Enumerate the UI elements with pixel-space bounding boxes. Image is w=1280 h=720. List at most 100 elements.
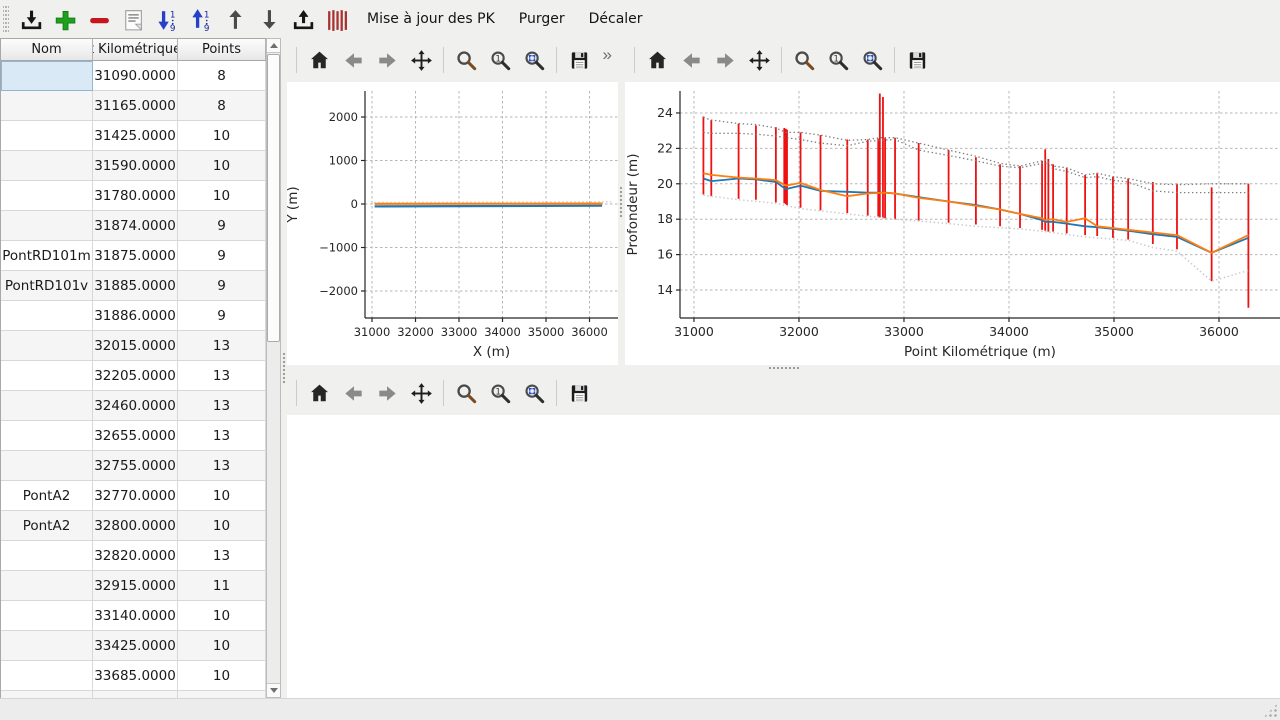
cell-r12-c1[interactable]: 32655.0000: [93, 421, 178, 451]
cell-r20-c0[interactable]: [1, 661, 93, 691]
cell-r3-c1[interactable]: 31590.0000: [93, 151, 178, 181]
cell-r4-c0[interactable]: [1, 181, 93, 211]
zoom-button[interactable]: [789, 45, 819, 75]
back-button[interactable]: [338, 45, 368, 75]
cell-r2-c0[interactable]: [1, 121, 93, 151]
home-button[interactable]: [304, 45, 334, 75]
cross-section-canvas[interactable]: [287, 415, 1280, 698]
cell-r17-c2[interactable]: 11: [178, 571, 266, 601]
table-scrollbar[interactable]: [266, 38, 281, 698]
pan-button[interactable]: [406, 378, 436, 408]
cell-r12-c2[interactable]: 13: [178, 421, 266, 451]
cell-r12-c0[interactable]: [1, 421, 93, 451]
cell-r7-c1[interactable]: 31885.0000: [93, 271, 178, 301]
zoom-button[interactable]: [451, 378, 481, 408]
cell-r8-c2[interactable]: 9: [178, 301, 266, 331]
zoom-extents-button[interactable]: [857, 45, 887, 75]
cell-r13-c2[interactable]: 13: [178, 451, 266, 481]
cell-r20-c1[interactable]: 33685.0000: [93, 661, 178, 691]
export-button[interactable]: [287, 4, 317, 34]
forward-button[interactable]: [710, 45, 740, 75]
sort-ascending-button[interactable]: 19: [185, 4, 215, 34]
cell-r1-c0[interactable]: [1, 91, 93, 121]
resize-grip[interactable]: [1263, 703, 1278, 718]
cell-r9-c1[interactable]: 32015.0000: [93, 331, 178, 361]
cell-r11-c1[interactable]: 32460.0000: [93, 391, 178, 421]
cell-r3-c0[interactable]: [1, 151, 93, 181]
zoom-one-button[interactable]: 1: [823, 45, 853, 75]
cell-r8-c0[interactable]: [1, 301, 93, 331]
cell-r2-c2[interactable]: 10: [178, 121, 266, 151]
column-header-0[interactable]: Nom: [1, 39, 93, 61]
cell-r16-c1[interactable]: 32820.0000: [93, 541, 178, 571]
cell-r11-c0[interactable]: [1, 391, 93, 421]
column-header-1[interactable]: t Kilométrique: [93, 39, 178, 61]
cell-r15-c2[interactable]: 10: [178, 511, 266, 541]
zoom-one-button[interactable]: 1: [485, 378, 515, 408]
cell-r16-c0[interactable]: [1, 541, 93, 571]
cell-r14-c2[interactable]: 10: [178, 481, 266, 511]
cell-r5-c2[interactable]: 9: [178, 211, 266, 241]
scroll-down-arrow[interactable]: [267, 683, 280, 697]
cell-r0-c2[interactable]: 8: [178, 61, 266, 91]
cell-r18-c1[interactable]: 33140.0000: [93, 601, 178, 631]
save-figure-button[interactable]: [902, 45, 932, 75]
import-button[interactable]: [15, 4, 45, 34]
toolbar-overflow-button[interactable]: »: [603, 45, 612, 65]
cell-r17-c0[interactable]: [1, 571, 93, 601]
forward-button[interactable]: [372, 45, 402, 75]
cell-r10-c2[interactable]: 13: [178, 361, 266, 391]
profile-canvas[interactable]: 3100032000330003400035000360001416182022…: [625, 82, 1280, 365]
scroll-up-arrow[interactable]: [267, 39, 280, 53]
cell-r17-c1[interactable]: 32915.0000: [93, 571, 178, 601]
sort-descending-button[interactable]: 19: [151, 4, 181, 34]
cell-r15-c1[interactable]: 32800.0000: [93, 511, 178, 541]
add-section-button[interactable]: [49, 4, 79, 34]
move-down-button[interactable]: [253, 4, 283, 34]
zoom-one-button[interactable]: 1: [485, 45, 515, 75]
edit-section-button[interactable]: [117, 4, 147, 34]
toolbar-drag-handle[interactable]: [3, 5, 9, 33]
cell-r3-c2[interactable]: 10: [178, 151, 266, 181]
cell-r19-c2[interactable]: 10: [178, 631, 266, 661]
cell-r6-c1[interactable]: 31875.0000: [93, 241, 178, 271]
forward-button[interactable]: [372, 378, 402, 408]
cell-r13-c1[interactable]: 32755.0000: [93, 451, 178, 481]
cell-r20-c2[interactable]: 10: [178, 661, 266, 691]
profiles-button[interactable]: [321, 4, 351, 34]
column-header-2[interactable]: Points: [178, 39, 266, 61]
cell-r7-c2[interactable]: 9: [178, 271, 266, 301]
home-button[interactable]: [642, 45, 672, 75]
plan-view-canvas[interactable]: 310003200033000340003500036000−2000−1000…: [287, 82, 618, 365]
home-button[interactable]: [304, 378, 334, 408]
cell-r10-c1[interactable]: 32205.0000: [93, 361, 178, 391]
cell-r14-c1[interactable]: 32770.0000: [93, 481, 178, 511]
move-up-button[interactable]: [219, 4, 249, 34]
scrollbar-thumb[interactable]: [267, 54, 280, 342]
cell-r1-c2[interactable]: 8: [178, 91, 266, 121]
cell-r4-c1[interactable]: 31780.0000: [93, 181, 178, 211]
zoom-extents-button[interactable]: [519, 378, 549, 408]
pan-button[interactable]: [744, 45, 774, 75]
cell-r2-c1[interactable]: 31425.0000: [93, 121, 178, 151]
cell-r9-c0[interactable]: [1, 331, 93, 361]
cell-r18-c0[interactable]: [1, 601, 93, 631]
cell-r5-c0[interactable]: [1, 211, 93, 241]
cell-r19-c0[interactable]: [1, 631, 93, 661]
cell-r0-c0[interactable]: [1, 61, 93, 91]
splitter-between-plots[interactable]: [618, 38, 625, 365]
cell-r6-c2[interactable]: 9: [178, 241, 266, 271]
cell-r7-c0[interactable]: PontRD101v: [1, 271, 93, 301]
remove-section-button[interactable]: [83, 4, 113, 34]
cell-r8-c1[interactable]: 31886.0000: [93, 301, 178, 331]
cell-r1-c1[interactable]: 31165.0000: [93, 91, 178, 121]
toolbar-action-button-1[interactable]: Purger: [509, 5, 575, 33]
cell-r14-c0[interactable]: PontA2: [1, 481, 93, 511]
cell-r11-c2[interactable]: 13: [178, 391, 266, 421]
cell-r15-c0[interactable]: PontA2: [1, 511, 93, 541]
cell-r13-c0[interactable]: [1, 451, 93, 481]
cell-r16-c2[interactable]: 13: [178, 541, 266, 571]
pan-button[interactable]: [406, 45, 436, 75]
cell-r9-c2[interactable]: 13: [178, 331, 266, 361]
cell-r0-c1[interactable]: 31090.0000: [93, 61, 178, 91]
